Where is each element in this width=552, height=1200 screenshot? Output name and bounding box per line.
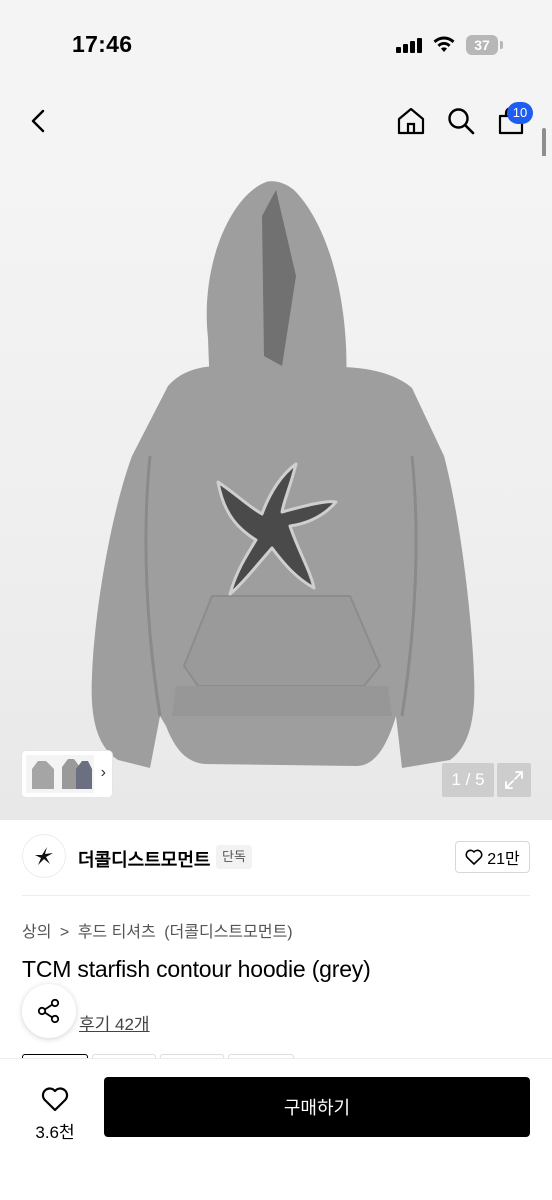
product-image-gallery[interactable] (0, 156, 552, 820)
top-nav (0, 90, 552, 156)
wishlist-button[interactable]: 3.6천 (22, 1081, 88, 1147)
buy-button[interactable]: 구매하기 (104, 1077, 530, 1137)
image-page-counter: 1 / 5 (442, 763, 494, 797)
wishlist-count: 3.6천 (35, 1122, 75, 1142)
battery-tip (500, 41, 503, 49)
cart-count-badge: 10 (507, 102, 533, 124)
home-button[interactable] (392, 102, 430, 140)
cellular-signal-icon (396, 37, 422, 53)
heart-icon (41, 1086, 69, 1111)
starfish-logo-icon (35, 847, 53, 865)
brand-name[interactable]: 더콜디스트모먼트 (78, 846, 210, 872)
divider (22, 895, 530, 896)
exclusive-tag: 단독 (216, 845, 252, 869)
breadcrumb-separator: > (59, 924, 70, 941)
back-chevron-icon (31, 109, 45, 133)
home-icon (397, 107, 425, 135)
brand-like-button[interactable]: 21만 (455, 841, 530, 873)
search-icon (448, 108, 475, 135)
thumbnail-next-chevron-icon: › (100, 764, 106, 781)
brand-like-count: 21만 (487, 851, 520, 868)
back-button[interactable] (20, 102, 58, 140)
thumbnail-images (26, 755, 94, 793)
brand-logo[interactable] (22, 834, 66, 878)
review-count-link[interactable]: 후기 42개 (79, 1010, 150, 1035)
heart-icon (465, 849, 483, 865)
breadcrumb: 상의 > 후드 티셔츠 (더콜디스트모먼트) (22, 918, 297, 942)
wifi-icon (433, 36, 455, 52)
share-icon (37, 998, 60, 1024)
product-title: TCM starfish contour hoodie (grey) (22, 956, 371, 982)
bottom-action-bar: 3.6천 구매하기 (0, 1058, 552, 1200)
share-button[interactable] (22, 984, 76, 1038)
breadcrumb-category[interactable]: 상의 (22, 924, 51, 941)
status-bar: 17:46 37 (0, 0, 552, 90)
product-photo (91, 181, 475, 768)
fullscreen-button[interactable] (497, 763, 531, 797)
expand-icon (505, 771, 523, 789)
brand-row: 더콜디스트모먼트 단독 21만 (0, 820, 552, 896)
breadcrumb-subcategory[interactable]: 후드 티셔츠 (78, 924, 156, 941)
breadcrumb-brand[interactable]: (더콜디스트모먼트) (164, 924, 292, 941)
search-button[interactable] (442, 102, 480, 140)
status-time: 17:46 (72, 31, 133, 57)
battery-indicator: 37 (466, 35, 498, 55)
thumbnail-strip[interactable]: › (22, 751, 112, 797)
